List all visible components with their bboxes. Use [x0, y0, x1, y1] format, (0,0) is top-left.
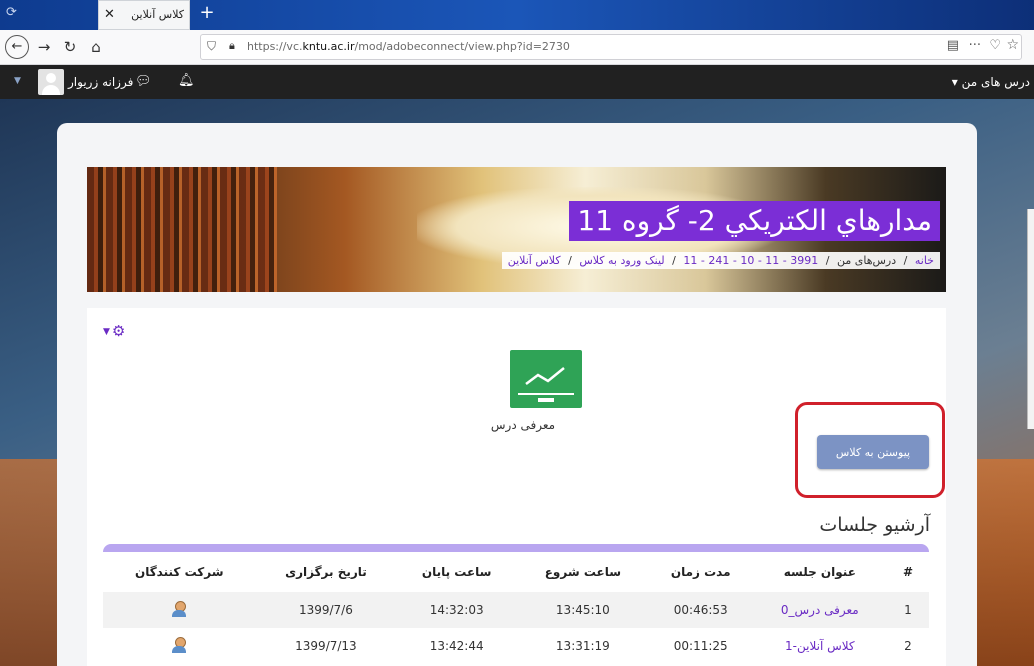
reader-view-icon[interactable]: ▤ — [947, 38, 959, 53]
activity-label: معرفی درس — [490, 418, 556, 432]
breadcrumb-separator: / — [825, 254, 830, 267]
chalkboard-chart-icon — [510, 350, 582, 408]
page-actions-icon[interactable]: ··· — [969, 38, 981, 53]
table-header-row: # عنوان جلسه مدت زمان ساعت شروع ساعت پای… — [103, 552, 929, 592]
column-header: ساعت پایان — [421, 565, 492, 579]
session-duration: 00:46:53 — [648, 592, 753, 628]
column-header: عنوان جلسه — [783, 565, 856, 579]
browser-toolbar: ← → ↻ ⌂ ⛉ 🔒︎ https://vc.kntu.ac.ir/mod/a… — [0, 30, 1034, 65]
session-duration: 00:11:25 — [673, 639, 728, 653]
column-header: ساعت شروع — [544, 565, 622, 579]
participants-icon[interactable] — [171, 600, 187, 617]
page-background: مدارهاي الكتريكي 2- گروه 11 خانه / درس‌ه… — [0, 99, 1034, 666]
column-header: # — [902, 565, 914, 579]
pocket-icon[interactable]: ♡ — [989, 38, 1001, 53]
main-panel: ▼ ⚙ معرفی درس پیوستن به کلاس آرشیو جلسات … — [87, 308, 946, 666]
session-end: 14:32:03 — [396, 592, 517, 628]
breadcrumb-section[interactable]: لینک ورود به کلاس — [579, 254, 664, 267]
my-courses-menu[interactable]: درس های من ▾ — [952, 75, 1030, 89]
breadcrumb-separator: / — [568, 254, 572, 267]
messages-icon[interactable]: 💬︎ — [135, 74, 152, 89]
browser-tab[interactable]: ✕ کلاس آنلاین — [98, 0, 190, 30]
browser-menu-icon[interactable]: ⟳ — [6, 6, 20, 20]
breadcrumb-home[interactable]: خانه — [915, 254, 934, 267]
sessions-table: # عنوان جلسه مدت زمان ساعت شروع ساعت پای… — [103, 544, 929, 666]
breadcrumb-separator: / — [903, 254, 908, 267]
user-name[interactable]: فرزانه زریوار — [68, 75, 133, 89]
address-bar[interactable]: ⛉ 🔒︎ https://vc.kntu.ac.ir/mod/adobeconn… — [200, 34, 1022, 60]
participants-cell — [103, 628, 255, 664]
join-class-button[interactable]: پیوستن به کلاس — [817, 435, 929, 469]
back-button[interactable]: ← — [5, 35, 29, 59]
table-row: 2 کلاس آنلاین-1 00:11:25 13:31:19 13:42:… — [103, 628, 929, 664]
participants-cell — [103, 592, 256, 628]
close-tab-icon[interactable]: ✕ — [104, 7, 115, 22]
lock-icon[interactable]: 🔒︎ — [229, 39, 235, 53]
breadcrumb: خانه / درس‌های من / 3991 - 11 - 10 - 241… — [501, 252, 940, 269]
browser-tab-strip: ⟳ ✕ کلاس آنلاین + — [0, 0, 1034, 30]
breadcrumb-my-courses[interactable]: درس‌های من — [837, 254, 896, 267]
new-tab-button[interactable]: + — [198, 4, 216, 22]
session-title-link[interactable]: معرفی درس_0 — [752, 592, 887, 628]
bookmark-star-icon[interactable]: ☆ — [1006, 37, 1019, 53]
session-title-link[interactable]: کلاس آنلاین-1 — [753, 628, 887, 664]
column-header: مدت زمان — [670, 565, 731, 579]
column-header: شرکت کنندگان — [134, 565, 224, 579]
notifications-bell-icon[interactable]: 🔔︎ — [178, 73, 195, 88]
row-number: 1 — [887, 592, 929, 628]
breadcrumb-current[interactable]: کلاس آنلاین — [508, 254, 561, 267]
reload-button[interactable]: ↻ — [60, 38, 80, 56]
course-header-banner: مدارهاي الكتريكي 2- گروه 11 خانه / درس‌ه… — [87, 167, 946, 292]
session-date: 1399/7/13 — [295, 639, 357, 653]
gear-icon: ⚙ — [111, 322, 126, 340]
session-start: 13:31:19 — [555, 639, 610, 653]
session-date: 1399/7/6 — [255, 592, 397, 628]
participants-icon[interactable] — [171, 636, 187, 653]
table-row: 1 معرفی درس_0 00:46:53 13:45:10 14:32:03… — [103, 592, 929, 628]
session-start: 13:45:10 — [516, 592, 649, 628]
session-end: 13:42:44 — [429, 639, 484, 653]
archive-heading: آرشیو جلسات — [819, 514, 930, 536]
site-navbar: ▼ فرزانه زریوار 💬︎ 🔔︎ درس های من ▾ — [0, 65, 1034, 99]
settings-menu[interactable]: ▼ ⚙ — [103, 322, 125, 340]
breadcrumb-course[interactable]: 3991 - 11 - 10 - 241 - 11 — [683, 254, 818, 267]
home-button[interactable]: ⌂ — [86, 38, 106, 56]
breadcrumb-separator: / — [672, 254, 676, 267]
content-card: مدارهاي الكتريكي 2- گروه 11 خانه / درس‌ه… — [57, 123, 977, 666]
column-header: تاریخ برگزاری — [285, 565, 367, 579]
course-title: مدارهاي الكتريكي 2- گروه 11 — [569, 201, 940, 241]
forward-button[interactable]: → — [34, 38, 54, 56]
bookshelf-image — [87, 167, 277, 292]
user-menu-caret-icon[interactable]: ▼ — [14, 76, 21, 86]
tab-title: کلاس آنلاین — [131, 8, 184, 21]
url-text[interactable]: https://vc.kntu.ac.ir/mod/adobeconnect/v… — [247, 40, 570, 53]
tracking-shield-icon[interactable]: ⛉ — [207, 39, 216, 54]
chevron-down-icon: ▼ — [103, 326, 110, 337]
user-avatar[interactable] — [38, 69, 64, 95]
row-number: 2 — [904, 639, 912, 653]
side-scrollbar[interactable] — [1027, 209, 1034, 429]
